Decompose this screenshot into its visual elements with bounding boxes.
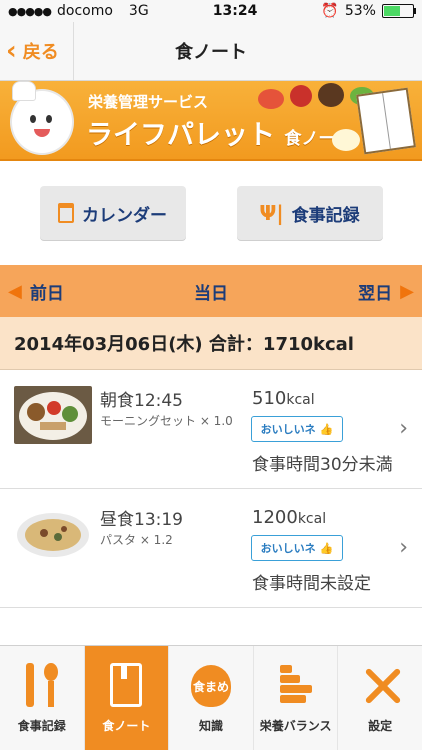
chef-hat-icon	[12, 81, 36, 101]
food-illustration-icon	[258, 89, 284, 109]
tools-icon	[354, 661, 406, 709]
date-summary: 2014年03月06日(木) 合計：1710kcal	[0, 317, 422, 370]
network-type: 3G	[128, 3, 149, 19]
oishii-label: おいしいネ	[260, 423, 316, 436]
navigation-bar: ‹ 戻る 食ノート	[0, 22, 422, 81]
recipe-book-icon	[356, 87, 416, 155]
food-illustration-icon	[290, 85, 312, 107]
back-button[interactable]: ‹ 戻る	[0, 22, 74, 80]
notebook-icon	[100, 661, 152, 709]
pear-icon-text: 食まめ	[190, 665, 231, 707]
bar-chart-icon	[270, 661, 322, 709]
oishii-badge[interactable]: おいしいネ 👍	[251, 416, 343, 442]
cutlery-icon: Ψ|	[259, 201, 284, 225]
carrier-name: docomo	[57, 3, 113, 19]
page-title: 食ノート	[175, 42, 247, 63]
tab-meal-record[interactable]: 食事記録	[0, 646, 85, 750]
prev-day-label: 前日	[29, 283, 64, 304]
oishii-label: おいしいネ	[260, 542, 316, 555]
chevron-right-icon: ›	[399, 416, 408, 441]
meal-record-button[interactable]: Ψ| 食事記録	[236, 186, 383, 240]
meal-time-status: 食事時間30分未満	[252, 455, 393, 475]
back-chevron-icon: ‹	[6, 36, 17, 66]
action-toolbar: カレンダー Ψ| 食事記録	[0, 161, 422, 265]
banner-title-main: ライフパレット	[86, 120, 275, 151]
meal-row-breakfast[interactable]: 朝食12:45 モーニングセット × 1.0 510kcal おいしいネ 👍 食…	[0, 370, 422, 489]
calorie-value: 510	[252, 388, 287, 409]
meal-description: モーニングセット × 1.0	[100, 414, 233, 428]
alarm-icon: ⏰	[321, 3, 339, 19]
lunch-photo	[14, 505, 92, 563]
meal-name: 昼食13:19	[100, 510, 183, 530]
tab-label: 設定	[368, 719, 393, 733]
banner-title: ライフパレット 食ノート	[86, 113, 352, 152]
thumbs-up-icon: 👍	[319, 541, 334, 555]
next-day-label: 翌日	[358, 283, 393, 304]
clock: 13:24	[212, 3, 258, 19]
fork-spoon-icon	[16, 661, 68, 709]
meal-calories: 1200kcal	[252, 507, 326, 528]
meal-description: パスタ × 1.2	[100, 533, 173, 547]
status-bar: ●●●●● docomo 3G 13:24 ⏰ 53%	[0, 0, 422, 22]
breakfast-photo	[14, 386, 92, 444]
battery-icon	[381, 4, 416, 18]
tab-food-note[interactable]: 食ノート	[84, 646, 170, 750]
battery-fill	[383, 6, 400, 16]
back-label: 戻る	[22, 42, 59, 63]
calendar-icon	[58, 203, 74, 223]
tab-label: 知識	[198, 719, 223, 733]
tab-label: 食事記録	[17, 719, 66, 733]
meal-name: 朝食12:45	[100, 391, 183, 411]
calorie-value: 1200	[252, 507, 298, 528]
banner-subtitle: 栄養管理サービス	[88, 93, 209, 111]
chevron-right-icon: ›	[399, 535, 408, 560]
tab-knowledge[interactable]: 食まめ 知識	[169, 646, 254, 750]
signal-icon: ●●●●●	[8, 4, 52, 18]
battery-percent: 53%	[344, 3, 376, 19]
meal-calories: 510kcal	[252, 388, 315, 409]
calendar-label: カレンダー	[82, 205, 167, 226]
thumbs-up-icon: 👍	[319, 422, 334, 436]
meal-record-label: 食事記録	[291, 205, 360, 226]
meal-row-lunch[interactable]: 昼食13:19 パスタ × 1.2 1200kcal おいしいネ 👍 食事時間未…	[0, 489, 422, 608]
calorie-unit: kcal	[297, 511, 327, 527]
prev-day-button[interactable]: ◀ 前日	[8, 279, 64, 304]
day-navigation: ◀ 前日 当日 翌日 ▶	[0, 265, 422, 317]
meal-time-status: 食事時間未設定	[252, 574, 371, 594]
food-illustration-icon	[318, 83, 344, 107]
oishii-badge[interactable]: おいしいネ 👍	[251, 535, 343, 561]
promo-banner: 栄養管理サービス ライフパレット 食ノート	[0, 81, 422, 161]
next-day-button[interactable]: 翌日 ▶	[358, 279, 414, 304]
calorie-unit: kcal	[286, 392, 315, 408]
tab-label: 栄養バランス	[259, 719, 332, 733]
tab-bar: 食事記録 食ノート 食まめ 知識 栄養バランス 設定	[0, 645, 422, 750]
tab-label: 食ノート	[102, 719, 151, 733]
calendar-button[interactable]: カレンダー	[39, 186, 186, 240]
pear-icon: 食まめ	[185, 661, 237, 709]
tab-settings[interactable]: 設定	[338, 646, 422, 750]
today-button[interactable]: 当日	[194, 279, 228, 304]
tab-nutrition-balance[interactable]: 栄養バランス	[254, 646, 339, 750]
right-arrow-icon: ▶	[400, 280, 414, 302]
left-arrow-icon: ◀	[8, 280, 22, 302]
food-illustration-icon	[332, 129, 360, 151]
